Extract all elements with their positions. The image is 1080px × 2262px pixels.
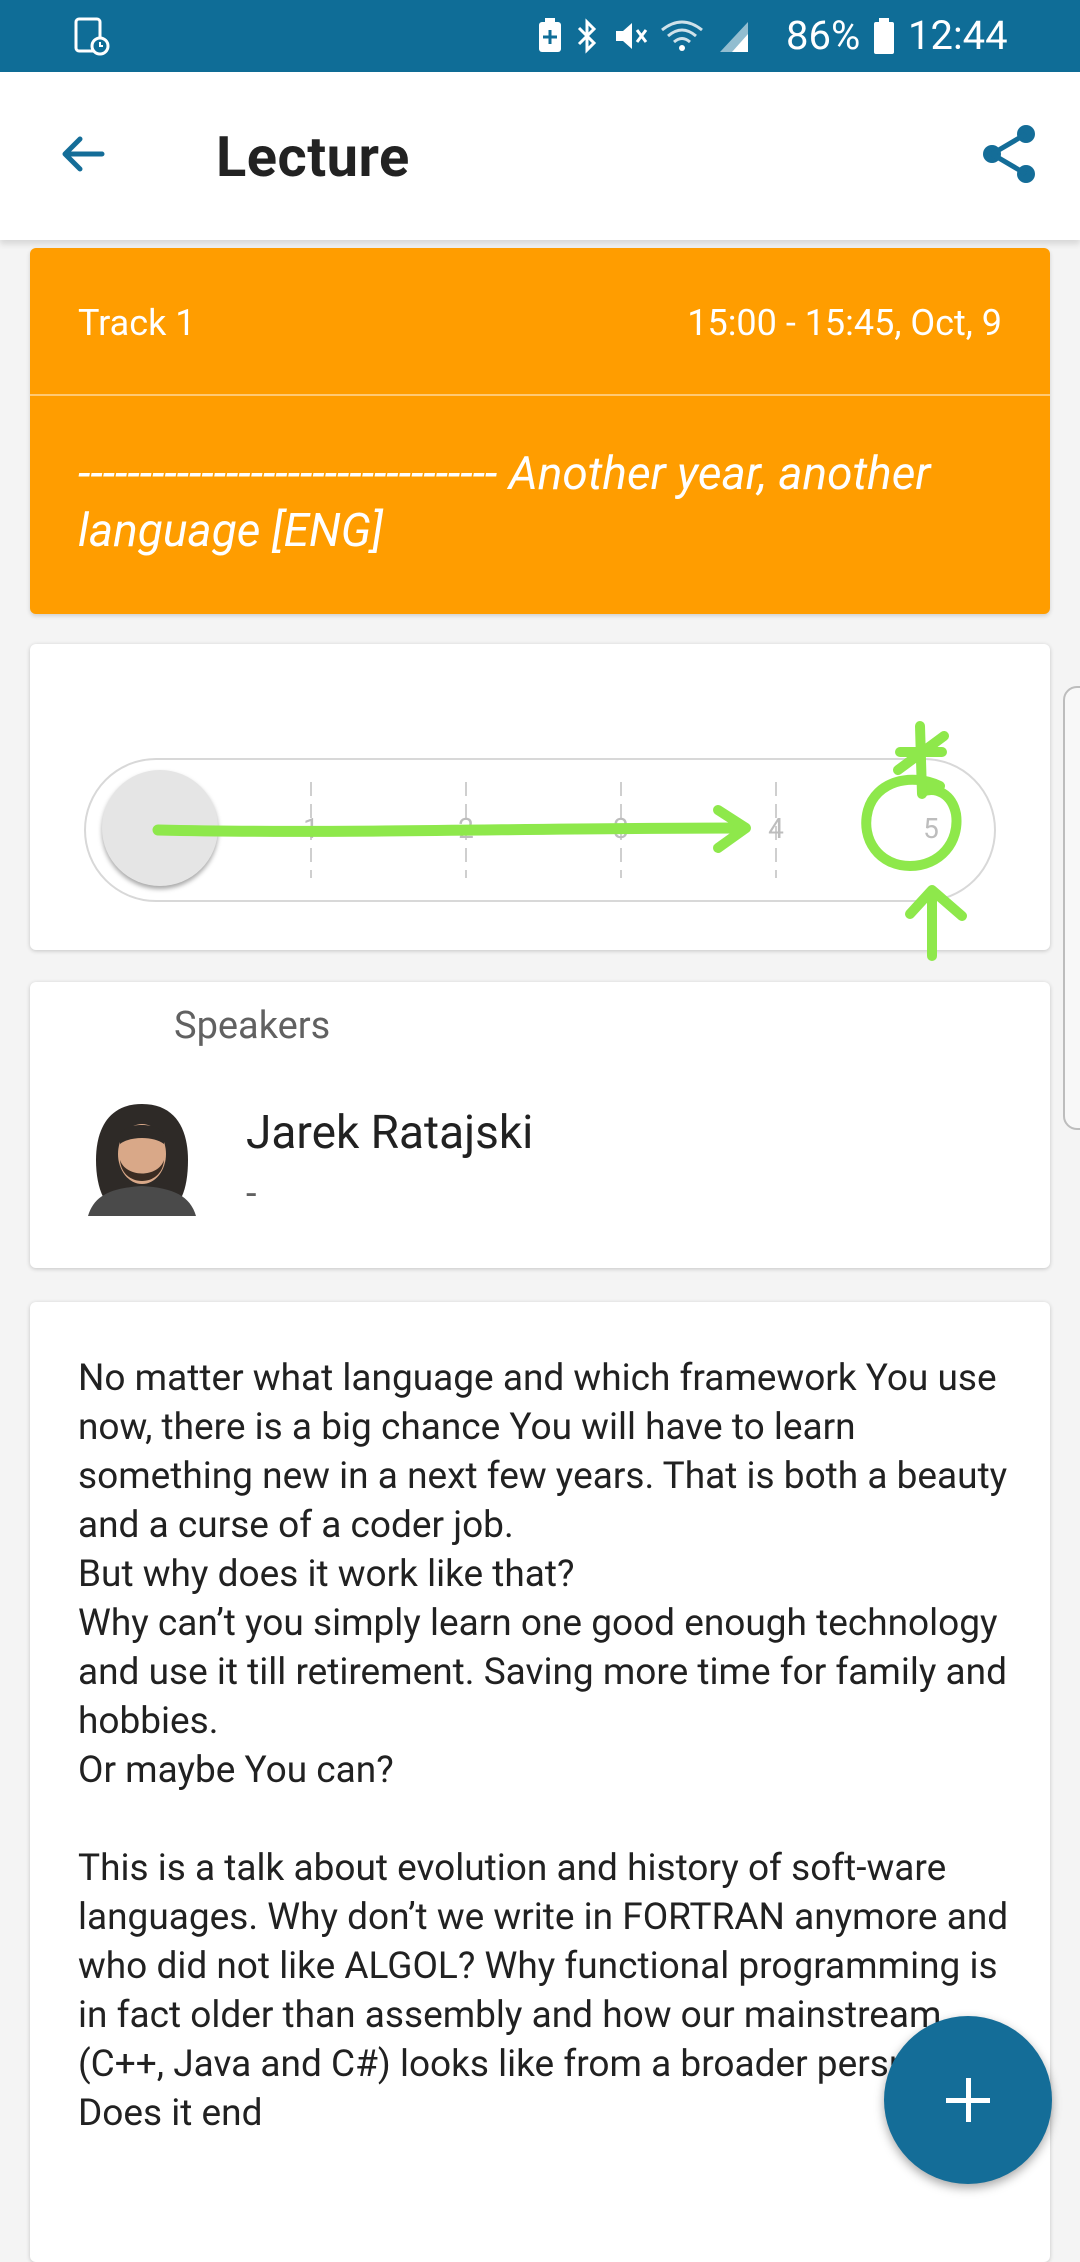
title-dashes: ----------------------------------: [78, 447, 498, 501]
wifi-icon: [661, 20, 703, 51]
plus-icon: [966, 2078, 971, 2122]
talk-title: ---------------------------------- Anoth…: [78, 446, 1008, 560]
speakers-card: Speakers Jarek Ratajski -: [30, 982, 1050, 1268]
share-icon[interactable]: [978, 122, 1042, 186]
page-title: Lecture: [216, 124, 410, 190]
screenshot-icon: [74, 17, 110, 56]
add-fab-button[interactable]: [884, 2016, 1052, 2184]
rating-card: 1 2 3 4 5: [30, 644, 1050, 961]
battery-saver-icon: [539, 18, 561, 52]
clock: 12:44: [908, 12, 1008, 59]
speakers-heading: Speakers: [174, 1004, 331, 1048]
description-paragraph: But why does it work like that? Why can’…: [78, 1553, 1007, 1743]
speaker-name[interactable]: Jarek Ratajski: [246, 1106, 533, 1160]
side-handle[interactable]: [1063, 686, 1080, 1130]
speaker-role: -: [246, 1172, 257, 1216]
status-bar: 86% 12:44: [0, 0, 1080, 72]
status-icons: [536, 14, 754, 58]
bluetooth-icon: [577, 18, 597, 54]
mute-icon: [616, 23, 648, 49]
track-label: Track 1: [78, 302, 196, 344]
speaker-avatar[interactable]: [86, 1100, 198, 1216]
battery-icon: [874, 18, 894, 54]
signal-icon: [720, 22, 748, 52]
description-paragraph: Or maybe You can?: [78, 1749, 394, 1792]
arrow-back-icon[interactable]: [52, 122, 116, 186]
description-paragraph: No matter what language and which framew…: [78, 1357, 1008, 1547]
description-paragraph: This is a talk about evolution and histo…: [78, 1847, 1017, 2135]
session-time: 15:00 - 15:45, Oct, 9: [687, 302, 1002, 344]
app-bar: Lecture: [0, 72, 1080, 240]
session-header-card: Track 1 15:00 - 15:45, Oct, 9 ----------…: [30, 248, 1050, 614]
annotation-drawing: [152, 721, 967, 961]
battery-percent: 86%: [786, 12, 861, 59]
divider: [30, 394, 1050, 396]
